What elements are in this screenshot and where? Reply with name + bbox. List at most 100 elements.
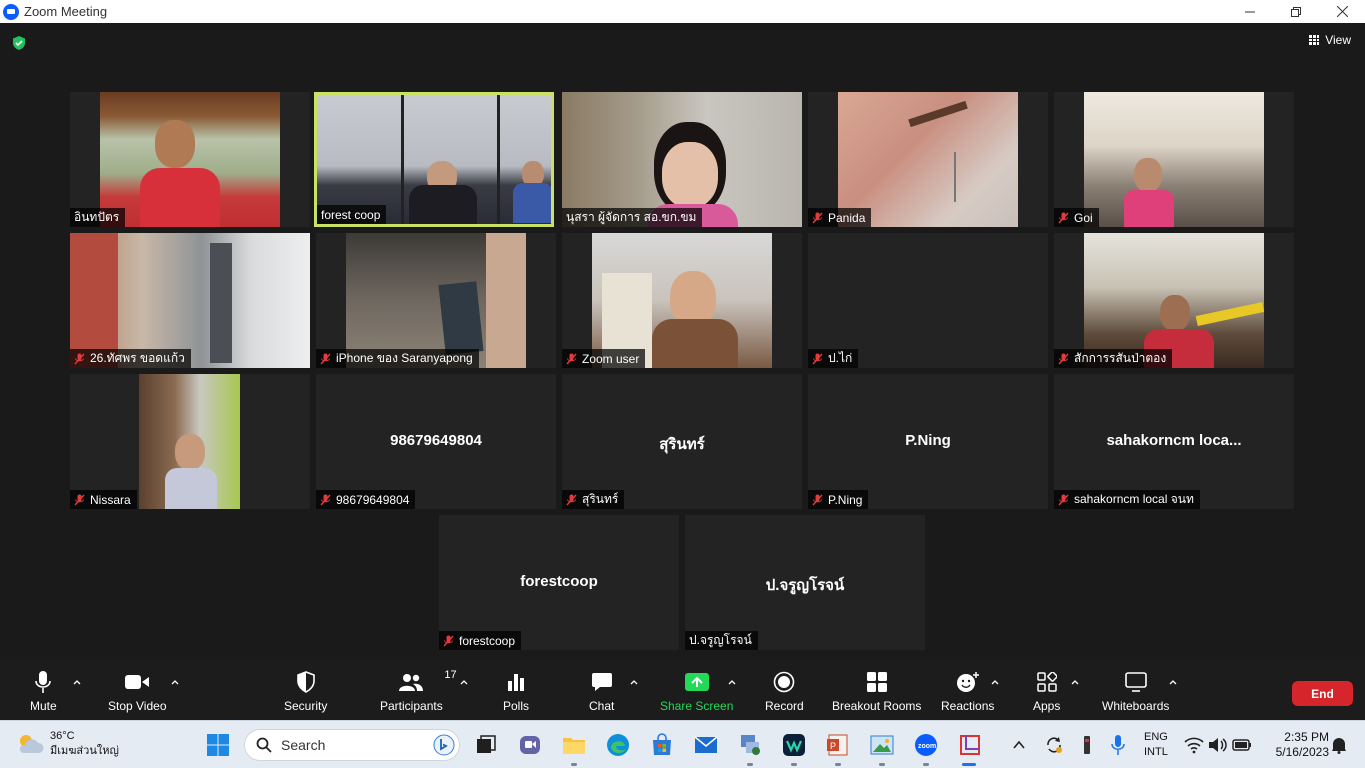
participant-tile[interactable]: Zoom user xyxy=(562,233,802,368)
security-label: Security xyxy=(284,699,328,713)
participant-tile[interactable]: ป.ไก่ xyxy=(808,233,1048,368)
participant-tile[interactable]: forestcoop forestcoop xyxy=(439,515,679,650)
share-screen-button[interactable]: Share Screen xyxy=(660,670,733,713)
participant-tile[interactable]: นุสรา ผู้จัดการ สอ.ขก.ขม xyxy=(562,92,802,227)
participant-name-tag: Panida xyxy=(808,208,872,227)
zoom-app-icon[interactable]: zoom xyxy=(914,733,938,757)
participant-tile[interactable]: ป.จรูญโรจน์ ป.จรูญโรจน์ xyxy=(685,515,925,650)
mail-icon[interactable] xyxy=(694,733,718,757)
stop-video-button[interactable]: Stop Video xyxy=(108,670,167,713)
breakout-rooms-label: Breakout Rooms xyxy=(832,699,922,713)
chevron-up-icon[interactable] xyxy=(1070,677,1080,687)
microsoft-store-icon[interactable] xyxy=(650,733,674,757)
minimize-button[interactable] xyxy=(1227,0,1273,23)
whiteboard-icon xyxy=(1124,672,1147,692)
file-explorer-icon[interactable] xyxy=(562,733,586,757)
close-icon xyxy=(1336,6,1348,17)
running-indicator xyxy=(571,763,577,766)
chevron-up-icon[interactable] xyxy=(990,677,1000,687)
input-language-indicator[interactable]: ENG INTL xyxy=(1144,730,1168,760)
security-button[interactable]: Security xyxy=(284,670,327,713)
microphone-icon xyxy=(35,671,52,693)
powerpoint-icon[interactable]: P xyxy=(826,733,850,757)
grid-icon xyxy=(1309,35,1320,45)
share-screen-label: Share Screen xyxy=(660,699,734,713)
participant-name-tag: iPhone ของ Saranyapong xyxy=(316,349,479,368)
polls-label: Polls xyxy=(503,699,530,713)
taskbar-clock[interactable]: 2:35 PM 5/16/2023 xyxy=(1276,730,1329,760)
participant-tile-active-speaker[interactable]: forest coop xyxy=(314,92,554,227)
participant-tile[interactable]: Nissara xyxy=(70,374,310,509)
participant-name: นุสรา ผู้จัดการ สอ.ขก.ขม xyxy=(566,210,697,224)
usb-device-icon[interactable] xyxy=(1078,735,1096,755)
participant-tile[interactable]: สุรินทร์ สุรินทร์ xyxy=(562,374,802,509)
chevron-up-icon[interactable] xyxy=(170,677,180,687)
participant-name: P.Ning xyxy=(828,492,863,507)
chevron-up-icon[interactable] xyxy=(459,677,469,687)
show-hidden-icons-chevron[interactable] xyxy=(1010,736,1028,754)
notification-icon[interactable] xyxy=(1330,736,1348,754)
participant-tile[interactable]: อินทปัตร xyxy=(70,92,310,227)
battery-icon[interactable] xyxy=(1232,737,1252,753)
participant-video xyxy=(346,233,526,368)
participant-video xyxy=(100,92,280,227)
polls-button[interactable]: Polls xyxy=(503,670,529,713)
participant-name-tag: forest coop xyxy=(317,205,387,224)
participant-name: ป.ไก่ xyxy=(828,351,853,365)
participants-button[interactable]: 17 Participants xyxy=(380,669,457,713)
photos-app-icon[interactable] xyxy=(870,733,894,757)
security-shield-icon[interactable] xyxy=(11,35,27,51)
search-placeholder: Search xyxy=(281,737,326,753)
restore-button[interactable] xyxy=(1273,0,1319,23)
mic-muted-icon xyxy=(566,353,577,364)
task-view-icon[interactable] xyxy=(474,733,498,757)
participant-tile[interactable]: Goi xyxy=(1054,92,1294,227)
snipping-tool-icon[interactable] xyxy=(958,733,982,757)
record-button[interactable]: Record xyxy=(765,670,804,713)
whiteboards-button[interactable]: Whiteboards xyxy=(1102,670,1169,713)
participant-tile[interactable]: 98679649804 98679649804 xyxy=(316,374,556,509)
view-label: View xyxy=(1325,33,1351,47)
microphone-tray-icon[interactable] xyxy=(1110,734,1126,756)
windows-taskbar: 36°C มีเมฆส่วนใหญ่ Search P zoom ENG INT… xyxy=(0,720,1365,768)
taskbar-search-box[interactable]: Search xyxy=(244,729,460,761)
chevron-up-icon[interactable] xyxy=(629,677,639,687)
chat-button[interactable]: Chat xyxy=(589,670,614,713)
end-meeting-button[interactable]: End xyxy=(1292,681,1353,706)
teams-chat-icon[interactable] xyxy=(518,733,542,757)
breakout-rooms-button[interactable]: Breakout Rooms xyxy=(832,670,921,713)
participant-name-tag: 98679649804 xyxy=(316,490,416,509)
participant-tile[interactable]: Panida xyxy=(808,92,1048,227)
mic-muted-icon xyxy=(812,212,823,223)
chevron-up-icon[interactable] xyxy=(727,677,737,687)
chevron-up-icon[interactable] xyxy=(1168,677,1178,687)
participant-tile[interactable]: sahakorncm loca... sahakorncm local จนท xyxy=(1054,374,1294,509)
participant-tile[interactable]: 26.ทัศพร ขอดแก้ว xyxy=(70,233,310,368)
mute-button[interactable]: Mute xyxy=(30,670,57,713)
network-app-icon[interactable] xyxy=(738,733,762,757)
participants-count: 17 xyxy=(444,669,457,681)
windows-start-icon[interactable] xyxy=(206,733,230,757)
mute-label: Mute xyxy=(30,699,57,713)
participant-tile[interactable]: iPhone ของ Saranyapong xyxy=(316,233,556,368)
apps-button[interactable]: Apps xyxy=(1033,670,1060,713)
keyboard-layout: INTL xyxy=(1144,746,1168,758)
breakout-rooms-icon xyxy=(866,672,887,692)
close-button[interactable] xyxy=(1319,0,1365,23)
wifi-icon[interactable] xyxy=(1184,736,1204,754)
participant-tile[interactable]: สักการรสันป่าตอง xyxy=(1054,233,1294,368)
participant-name: 98679649804 xyxy=(336,492,410,507)
webex-icon[interactable] xyxy=(782,733,806,757)
mic-muted-icon xyxy=(1058,212,1069,223)
participant-display-name: 98679649804 xyxy=(390,432,482,449)
view-button[interactable]: View xyxy=(1309,33,1351,47)
sync-icon[interactable] xyxy=(1044,735,1064,755)
participant-name: ป.จรูญโรจน์ xyxy=(689,633,752,647)
chat-label: Chat xyxy=(589,699,615,713)
weather-widget[interactable]: 36°C มีเมฆส่วนใหญ่ xyxy=(16,729,119,759)
reactions-button[interactable]: Reactions xyxy=(941,670,994,713)
volume-icon[interactable] xyxy=(1208,736,1228,754)
chevron-up-icon[interactable] xyxy=(72,677,82,687)
edge-browser-icon[interactable] xyxy=(606,733,630,757)
participant-tile[interactable]: P.Ning P.Ning xyxy=(808,374,1048,509)
